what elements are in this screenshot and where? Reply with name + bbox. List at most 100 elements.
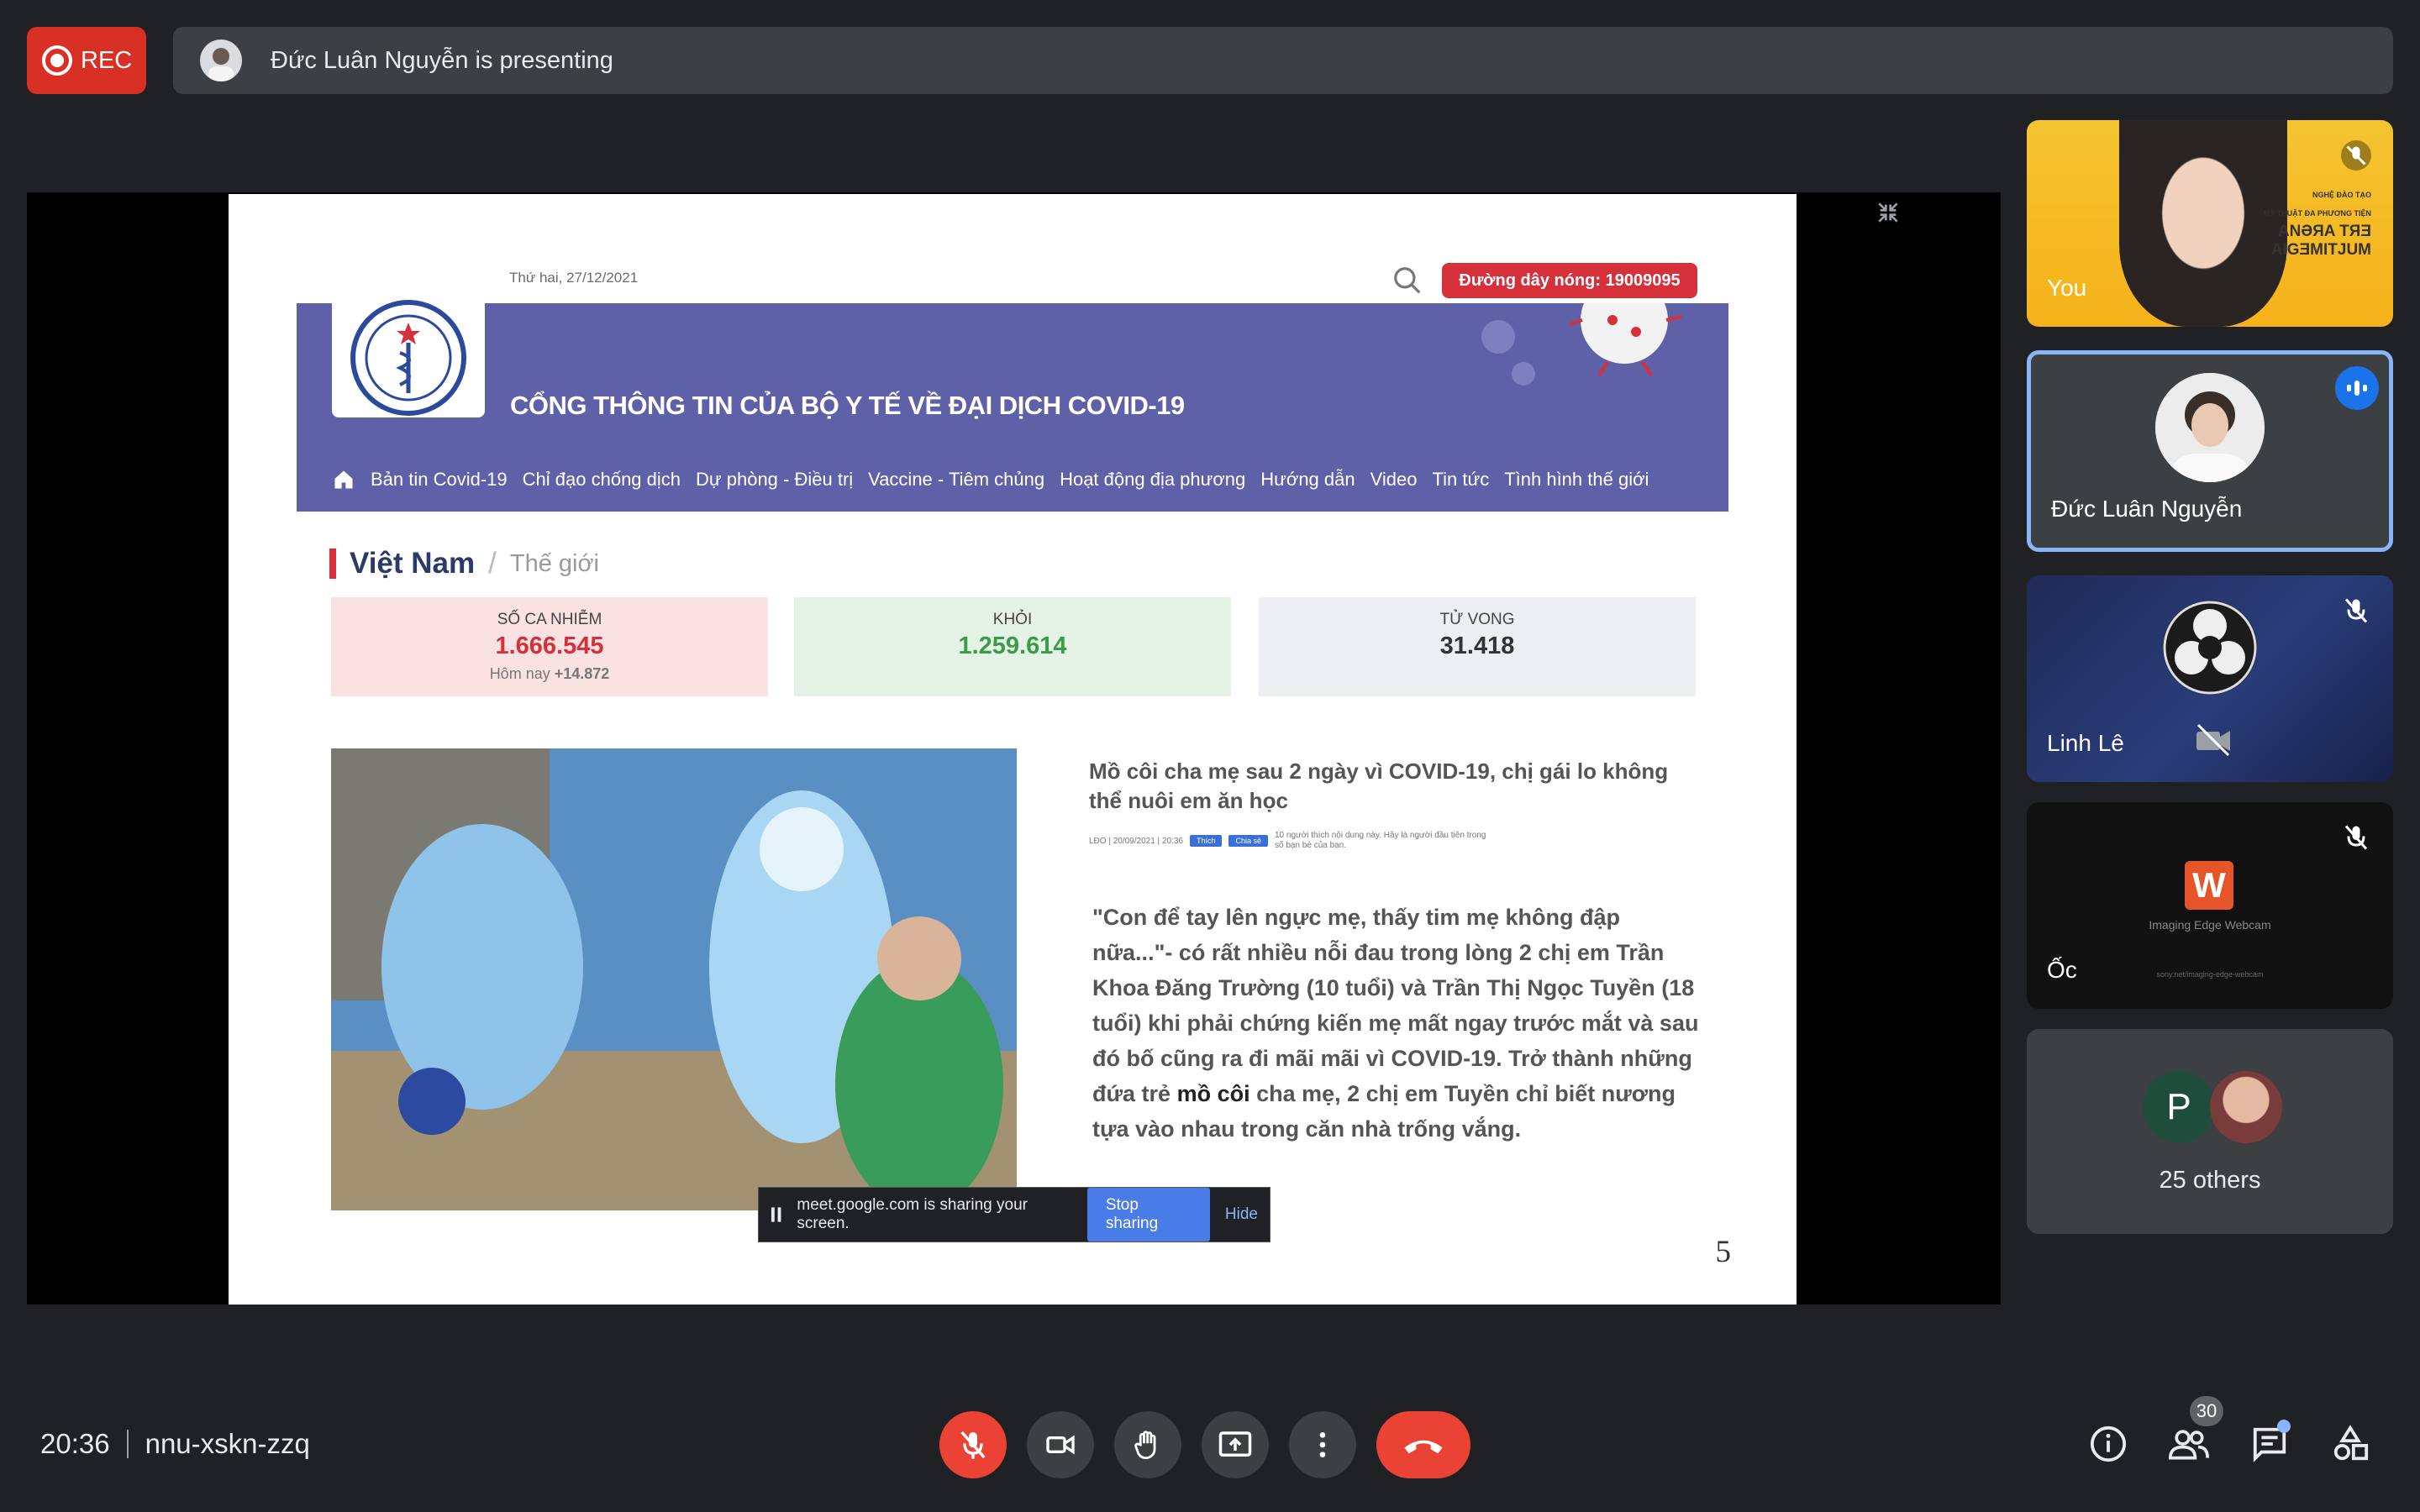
more-vert-icon [1319,1432,1326,1457]
stop-sharing-button[interactable]: Stop sharing [1086,1188,1210,1242]
participant-name: Đức Luân Nguyễn [2051,496,2243,522]
avatar [2155,373,2265,482]
ministry-logo [332,293,485,417]
meeting-details-button[interactable] [2087,1423,2129,1465]
present-screen-icon [1218,1431,1252,1457]
present-now-button[interactable] [1202,1411,1269,1478]
meeting-info: 20:36 nnu-xskn-zzq [40,1428,310,1460]
nav-item: Tin tức [1432,469,1490,490]
mic-off-icon [2344,825,2368,850]
nav-item: Dự phòng - Điều trị [696,469,854,490]
you-background-text: NGHỆ ĐÀO TẠO MỸ THUẬT ĐA PHƯƠNG TIỆN ANƏ… [2263,191,2371,259]
search-icon [1394,267,1421,294]
webcam-app-url: sony.net/imaging-edge-webcam [2156,970,2264,979]
hide-button[interactable]: Hide [1225,1205,1258,1224]
raise-hand-button[interactable] [1114,1411,1181,1478]
hand-icon [1134,1431,1156,1460]
tile-others[interactable]: P 25 others [2027,1029,2393,1234]
news-headline: Mồ côi cha mẹ sau 2 ngày vì COVID-19, ch… [1089,759,1669,813]
tile-presenter[interactable]: Đức Luân Nguyễn [2027,350,2393,552]
site-navigation: Bản tin Covid-19 Chỉ đạo chống dịch Dự p… [332,468,1649,491]
nav-item: Tình hình thế giới [1504,469,1649,490]
avatar: P [2143,1071,2215,1143]
camera-icon [1046,1435,1075,1455]
tab-indicator [329,549,336,579]
presentation-slide: Thứ hai, 27/12/2021 Đường dây nóng: 1900… [229,194,1797,1305]
stat-label: SỐ CA NHIỄM [497,611,602,628]
others-avatars: P [2143,1071,2282,1143]
news-photo [331,748,1017,1210]
people-button[interactable] [2168,1423,2210,1465]
stat-value: 1.666.545 [495,633,604,659]
others-count: 25 others [2159,1167,2261,1194]
camera-off-icon [2196,723,2230,757]
tile-linh[interactable]: Linh Lê [2027,575,2393,782]
participant-name: Ốc [2047,957,2077,983]
divider [126,1430,129,1458]
mic-off-icon [2344,598,2368,623]
stat-infected: SỐ CA NHIỄM 1.666.545 Hôm nay +14.872 [331,597,768,696]
leave-call-button[interactable] [1376,1411,1470,1478]
stat-label: TỬ VONG [1439,611,1515,628]
presenting-text: Đức Luân Nguyễn is presenting [271,46,613,74]
end-call-icon [1404,1440,1443,1454]
people-icon [2169,1430,2209,1460]
region-tabs: Việt Nam / Thế giới [329,547,599,580]
nav-item: Chỉ đạo chống dịch [522,469,681,490]
like-button: Thích [1189,835,1223,847]
site-title: CỔNG THÔNG TIN CỦA BỘ Y TẾ VỀ ĐẠI DỊCH C… [510,391,1185,420]
stat-recovered: KHỎI 1.259.614 [794,597,1231,696]
info-icon [2090,1425,2127,1462]
tile-you[interactable]: NGHỆ ĐÀO TẠO MỸ THUẬT ĐA PHƯƠNG TIỆN ANƏ… [2027,120,2393,327]
news-meta: LĐO | 20/09/2021 | 20:36 Thích Chia sẻ 1… [1089,831,1493,851]
mic-off-icon [960,1431,986,1459]
nav-item: Vaccine - Tiêm chủng [868,469,1045,490]
webcam-app-label: Imaging Edge Webcam [2149,918,2271,932]
presenter-avatar [200,39,242,81]
presenting-banner: Đức Luân Nguyễn is presenting [173,27,2393,94]
tile-oc[interactable]: W Imaging Edge Webcam sony.net/imaging-e… [2027,802,2393,1009]
meeting-code: nnu-xskn-zzq [145,1428,310,1459]
nav-item: Hướng dẫn [1260,469,1355,490]
stat-value: 1.259.614 [958,633,1067,659]
more-options-button[interactable] [1289,1411,1356,1478]
shared-screen: Thứ hai, 27/12/2021 Đường dây nóng: 1900… [27,192,2001,1305]
news-excerpt: "Con để tay lên ngực mẹ, thấy tim mẹ khô… [1092,905,1699,1142]
nav-item: Bản tin Covid-19 [371,469,508,490]
stat-value: 31.418 [1439,633,1515,659]
site-banner: CỔNG THÔNG TIN CỦA BỘ Y TẾ VỀ ĐẠI DỊCH C… [297,293,1728,512]
imaging-edge-logo: W [2185,861,2233,910]
hotline-button: Đường dây nóng: 19009095 [1442,263,1697,298]
stat-today: Hôm nay +14.872 [489,665,610,682]
site-date: Thứ hai, 27/12/2021 [509,270,639,286]
news-meta-note: 10 người thích nội dung này. Hãy là ngườ… [1274,831,1486,850]
mic-off-icon [2341,140,2371,171]
clock-time: 20:36 [40,1428,110,1459]
news-meta-text: LĐO | 20/09/2021 | 20:36 [1089,836,1183,846]
screen-share-notice: meet.google.com is sharing your screen. … [758,1187,1270,1242]
nav-item: Hoạt động địa phương [1060,469,1246,490]
speaking-icon [2335,366,2379,410]
pause-icon [771,1207,781,1222]
collapse-icon[interactable] [1875,199,1902,226]
mic-toggle-button[interactable] [939,1411,1007,1478]
avatar [2210,1071,2282,1143]
camera-toggle-button[interactable] [1027,1411,1094,1478]
stat-deaths: TỬ VONG 31.418 [1259,597,1696,696]
virus-icon [1481,303,1682,386]
share-notice-text: meet.google.com is sharing your screen. [797,1196,1028,1232]
nav-item: Video [1370,469,1418,490]
recording-badge[interactable]: REC [27,27,146,94]
record-icon [42,45,72,76]
obs-logo-icon [2163,601,2257,695]
participant-name: Linh Lê [2047,730,2124,756]
chat-notification-dot [2277,1420,2291,1433]
tab-separator: / [488,547,497,580]
home-icon [334,470,353,489]
activities-button[interactable] [2329,1423,2371,1465]
stat-label: KHỎI [992,611,1033,628]
tab-world: Thế giới [509,549,599,577]
activities-icon [2333,1425,2369,1461]
people-count-badge: 30 [2190,1396,2223,1426]
slide-number: 5 [1715,1235,1732,1269]
